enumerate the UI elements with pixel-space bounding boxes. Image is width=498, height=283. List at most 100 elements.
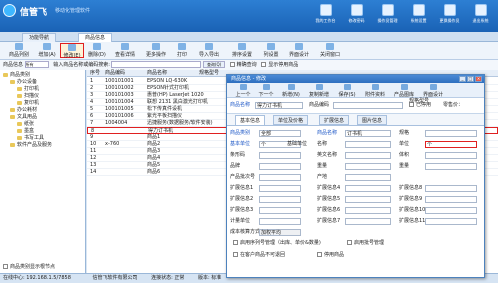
new-button[interactable]: 新增(N)	[279, 84, 303, 98]
attachments-button[interactable]: 附件资料	[362, 84, 388, 98]
tree-node-scanner[interactable]: 扫描仪	[17, 93, 39, 99]
sort-settings-button[interactable]: 排序设置	[227, 43, 257, 58]
field-input[interactable]: 全部	[259, 130, 301, 137]
copy-new-button[interactable]: 复制新增	[306, 84, 332, 98]
more-actions-button[interactable]: 更多操作	[142, 43, 170, 58]
stop-product-checkbox-row[interactable]: 停用商品	[317, 252, 344, 259]
next-button[interactable]: 下一个	[255, 84, 277, 98]
field-input[interactable]	[425, 152, 477, 159]
exit-system-button[interactable]: 退出系统	[467, 2, 494, 30]
field-input[interactable]	[259, 185, 301, 192]
system-settings-button[interactable]: 系统设置	[405, 2, 432, 30]
workbench-button[interactable]: 我的工作台	[312, 2, 339, 30]
field-input[interactable]	[345, 218, 391, 225]
field-input[interactable]	[345, 152, 391, 159]
field-input[interactable]	[425, 185, 477, 192]
tab-units-prices[interactable]: 单位及价格	[273, 115, 309, 125]
import-export-button[interactable]: 导入导出	[194, 43, 224, 58]
tab-image-info[interactable]: 图片信息	[357, 115, 388, 125]
field-input[interactable]	[259, 152, 301, 159]
view-detail-button[interactable]: 查看详情	[111, 43, 139, 58]
operator-management-button[interactable]: 操作员管理	[374, 2, 401, 30]
tree-node-stationery[interactable]: 文具用品	[10, 114, 37, 120]
serial-checkbox-row[interactable]: 启用序列号管理（出库、单价&数量)	[233, 240, 321, 247]
minimize-button[interactable]: _	[459, 76, 466, 82]
delete-button[interactable]: 删除(D)	[86, 43, 108, 58]
no-return-checkbox[interactable]	[233, 252, 238, 257]
category-button[interactable]: 商品列别	[4, 43, 34, 58]
field-input[interactable]	[345, 207, 391, 214]
batch-checkbox-row[interactable]: 启用批号管理	[347, 240, 384, 247]
more-icon	[152, 43, 160, 50]
field-input[interactable]	[425, 218, 477, 225]
show-root-checkbox-row[interactable]: 商品类别显示根节点	[3, 264, 55, 270]
tab-extended-info[interactable]: 扩展信息	[319, 115, 350, 125]
search-type-select[interactable]: 所有	[24, 61, 49, 68]
print-button[interactable]: 打印	[173, 43, 191, 58]
maximize-button[interactable]: □	[467, 76, 474, 82]
field-input[interactable]: 订书机	[345, 130, 391, 137]
exact-search-checkbox[interactable]	[229, 62, 235, 67]
tree-root[interactable]: 商品类别	[3, 72, 30, 78]
col-header-code[interactable]: 商品编码	[105, 70, 125, 77]
tree-node-printer[interactable]: 打印机	[17, 86, 39, 92]
tree-node-ink[interactable]: 墨盒	[17, 128, 34, 134]
table-cell: 松下传真件设机	[147, 106, 183, 112]
field-input[interactable]	[259, 163, 301, 170]
close-window-button[interactable]: 关闭窗口	[316, 43, 344, 58]
edit-button[interactable]: 修改(E)	[60, 43, 84, 59]
field-input[interactable]	[259, 174, 301, 181]
field-input[interactable]: 加权平均	[259, 229, 301, 236]
field-input[interactable]	[259, 218, 301, 225]
tab-basic-info[interactable]: 基本信息	[235, 115, 266, 125]
code-input[interactable]	[333, 102, 403, 109]
tree-node-paper[interactable]: 纸张	[17, 121, 34, 127]
add-button[interactable]: 增加(A)	[36, 43, 58, 58]
ui-design-button[interactable]: 界面设计	[285, 43, 313, 58]
stop-product-checkbox[interactable]	[317, 252, 322, 257]
save-button[interactable]: 保存(S)	[335, 84, 359, 98]
field-label: 扩展信息11	[399, 218, 426, 224]
field-input[interactable]	[345, 174, 391, 181]
show-disabled-checkbox[interactable]	[261, 62, 267, 67]
field-input[interactable]	[345, 196, 391, 203]
switch-operator-button[interactable]: 更换操作员	[436, 2, 463, 30]
search-input[interactable]	[111, 61, 202, 68]
image-library-button[interactable]: 产品图库	[391, 84, 417, 98]
tree-node-office-equipment[interactable]: 办公设备	[10, 79, 37, 85]
prev-button[interactable]: 上一个	[232, 84, 254, 98]
col-header-index[interactable]: 序号	[90, 70, 100, 77]
no-return-checkbox-row[interactable]: 在客户商品不可退回	[233, 252, 285, 259]
dialog-ui-design-button[interactable]: 界面设计	[420, 84, 446, 98]
field-input[interactable]	[425, 163, 477, 170]
dialog-close-button[interactable]: ×	[475, 76, 482, 82]
field-label: 重量	[317, 163, 328, 169]
field-input[interactable]	[259, 207, 301, 214]
batch-checkbox[interactable]	[347, 240, 352, 245]
tree-node-writing-tools[interactable]: 书写工具	[17, 135, 44, 141]
import-export-icon	[205, 43, 213, 50]
field-label: 扩展信息7	[317, 218, 341, 224]
change-password-button[interactable]: 修改密码	[343, 2, 370, 30]
col-header-spec[interactable]: 规格型号	[199, 70, 219, 77]
field-input[interactable]	[345, 141, 391, 148]
name-input[interactable]: 得力订书机	[255, 102, 303, 109]
field-input[interactable]	[425, 207, 477, 214]
field-input[interactable]	[345, 163, 391, 170]
field-label: 成本核算方式	[230, 229, 261, 235]
search-button[interactable]: 查询(Q)	[203, 61, 226, 68]
serial-checkbox[interactable]	[233, 240, 238, 245]
field-input[interactable]	[345, 185, 391, 192]
tab-function-nav[interactable]: 功能导航	[22, 33, 57, 42]
tree-node-software[interactable]: 软件产品及服务	[10, 142, 52, 148]
field-input[interactable]	[425, 196, 477, 203]
column-settings-button[interactable]: 列设置	[260, 43, 282, 58]
field-input[interactable]	[425, 130, 477, 137]
tab-product-info[interactable]: 商品信息	[78, 33, 113, 42]
show-root-checkbox[interactable]	[3, 264, 8, 269]
field-input[interactable]: 个	[425, 141, 477, 148]
field-input[interactable]	[259, 196, 301, 203]
col-header-name[interactable]: 商品名称	[147, 70, 167, 77]
tree-node-copier[interactable]: 复印机	[17, 100, 39, 106]
tree-node-office-supplies[interactable]: 办公耗材	[10, 107, 37, 113]
